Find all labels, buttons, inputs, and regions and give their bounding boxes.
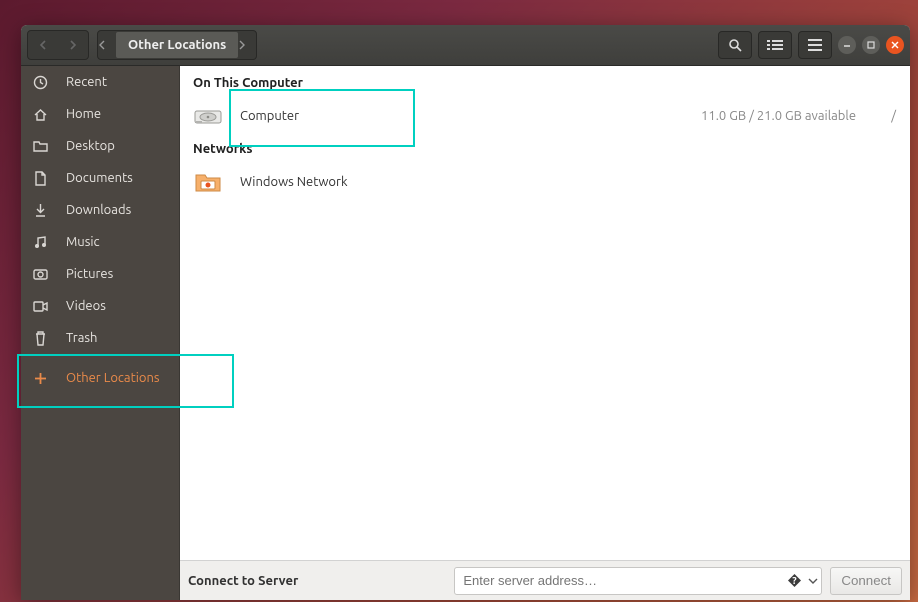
hamburger-menu-button[interactable]: [798, 31, 832, 59]
server-address-wrap: ?: [454, 567, 822, 595]
path-next-icon: [238, 40, 256, 50]
sidebar-item-label: Other Locations: [66, 371, 160, 385]
sidebar-item-recent[interactable]: Recent: [21, 66, 179, 98]
sidebar-item-music[interactable]: Music: [21, 226, 179, 258]
clock-icon: [32, 75, 48, 90]
forward-button[interactable]: [58, 31, 88, 59]
video-icon: [32, 301, 48, 312]
home-icon: [32, 107, 48, 122]
row-windows-network[interactable]: Windows Network: [180, 158, 910, 206]
minimize-icon: [843, 41, 851, 49]
sidebar-item-label: Desktop: [66, 139, 115, 153]
server-input-icons: ?: [787, 567, 818, 595]
section-networks: Networks: [193, 142, 910, 156]
sidebar-item-videos[interactable]: Videos: [21, 290, 179, 322]
back-button[interactable]: [28, 31, 58, 59]
sidebar-item-label: Pictures: [66, 267, 113, 281]
row-path: /: [874, 109, 896, 123]
sidebar: Recent Home Desktop Documents Downloads …: [21, 66, 179, 600]
content: On This Computer Computer 11.0 GB / 21.0…: [179, 66, 910, 600]
connect-label: Connect to Server: [188, 574, 298, 588]
row-name: Computer: [240, 109, 299, 123]
history-dropdown-icon[interactable]: [808, 578, 818, 584]
sidebar-item-trash[interactable]: Trash: [21, 322, 179, 354]
sidebar-item-label: Trash: [66, 331, 97, 345]
titlebar: Other Locations: [21, 25, 910, 66]
drive-icon: [194, 102, 222, 130]
hamburger-icon: [808, 39, 822, 51]
window-maximize-button[interactable]: [862, 36, 880, 54]
sidebar-item-other-locations[interactable]: Other Locations: [21, 362, 179, 394]
help-icon[interactable]: ?: [787, 573, 802, 588]
connect-button[interactable]: Connect: [830, 567, 902, 595]
sidebar-item-label: Recent: [66, 75, 107, 89]
files-window: Other Locations Recent: [21, 25, 910, 600]
server-address-input[interactable]: [454, 567, 822, 595]
row-computer[interactable]: Computer 11.0 GB / 21.0 GB available /: [180, 92, 910, 140]
camera-icon: [32, 268, 48, 280]
sidebar-item-label: Downloads: [66, 203, 131, 217]
sidebar-item-downloads[interactable]: Downloads: [21, 194, 179, 226]
trash-icon: [32, 331, 48, 346]
plus-icon: [32, 372, 48, 385]
path-bar[interactable]: Other Locations: [97, 30, 257, 60]
svg-text:?: ?: [793, 575, 798, 586]
music-icon: [32, 235, 48, 249]
window-close-button[interactable]: [886, 36, 904, 54]
nav-group: [27, 30, 89, 60]
sidebar-item-label: Home: [66, 107, 101, 121]
network-folder-icon: [194, 168, 222, 196]
content-main: On This Computer Computer 11.0 GB / 21.0…: [180, 66, 910, 560]
sidebar-item-documents[interactable]: Documents: [21, 162, 179, 194]
window-minimize-button[interactable]: [838, 36, 856, 54]
connect-bar: Connect to Server ? Connect: [180, 560, 910, 600]
sidebar-item-desktop[interactable]: Desktop: [21, 130, 179, 162]
search-icon: [728, 38, 742, 52]
sidebar-item-pictures[interactable]: Pictures: [21, 258, 179, 290]
window-body: Recent Home Desktop Documents Downloads …: [21, 66, 910, 600]
row-storage: 11.0 GB / 21.0 GB available: [701, 109, 856, 123]
download-icon: [32, 203, 48, 218]
file-icon: [32, 171, 48, 186]
sidebar-item-home[interactable]: Home: [21, 98, 179, 130]
sidebar-item-label: Videos: [66, 299, 106, 313]
close-icon: [891, 41, 899, 49]
search-button[interactable]: [718, 31, 752, 59]
maximize-icon: [867, 41, 875, 49]
list-icon: [767, 39, 783, 51]
view-toggle-button[interactable]: [758, 31, 792, 59]
path-location[interactable]: Other Locations: [116, 32, 238, 58]
folder-icon: [32, 140, 48, 153]
row-name: Windows Network: [240, 175, 348, 189]
section-on-this-computer: On This Computer: [193, 76, 910, 90]
sidebar-item-label: Music: [66, 235, 100, 249]
sidebar-item-label: Documents: [66, 171, 133, 185]
path-prev-icon: [98, 40, 116, 50]
